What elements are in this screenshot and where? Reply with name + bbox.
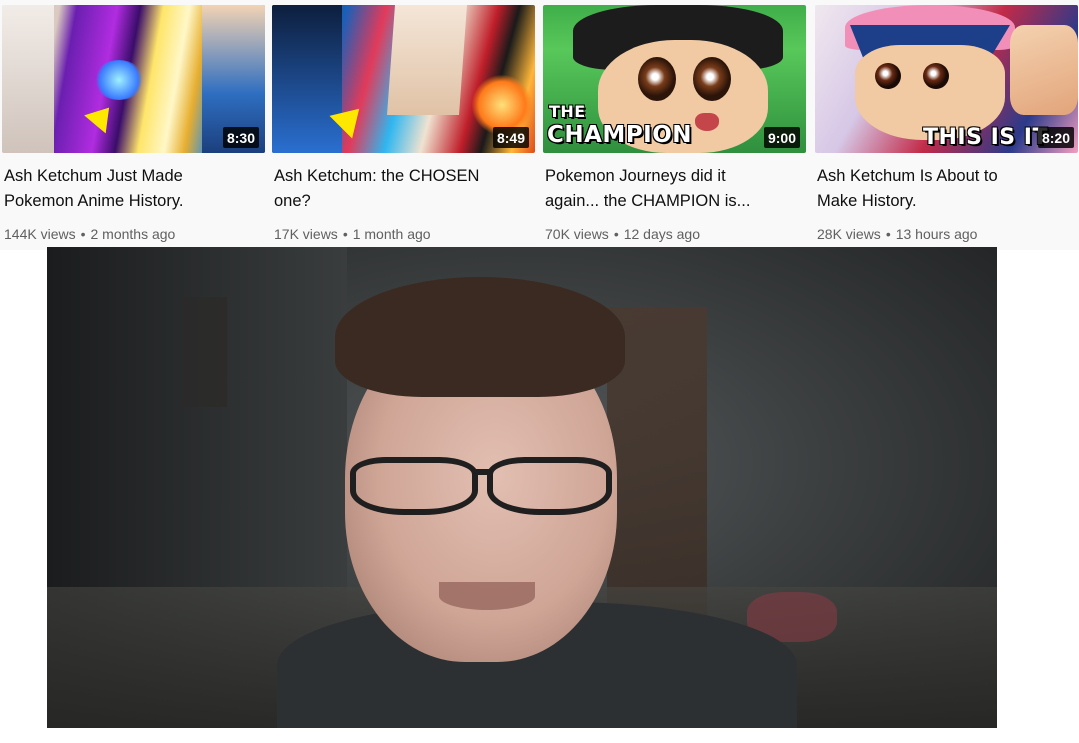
video-title-line: one? — [274, 192, 311, 210]
hand-shape — [1010, 25, 1078, 115]
character-left-shape — [2, 5, 54, 153]
mouth-shape — [695, 113, 719, 131]
video-title[interactable]: Ash Ketchum Just Made Pokemon Anime Hist… — [4, 164, 262, 214]
glasses-lens-right — [487, 457, 612, 515]
video-title-line: Ash Ketchum: the CHOSEN — [274, 167, 480, 185]
video-age: 12 days ago — [623, 226, 701, 242]
video-thumbnail[interactable]: THIS IS IT 8:20 — [815, 5, 1078, 153]
video-card-2[interactable]: 8:49 Ash Ketchum: the CHOSEN one? 17K vi… — [272, 5, 535, 250]
glasses-lens-left — [350, 457, 478, 515]
video-title[interactable]: Ash Ketchum: the CHOSEN one? — [274, 164, 532, 214]
thumbnail-overlay-text: CHAMPION — [547, 122, 693, 148]
video-title-line: again... the CHAMPION is... — [545, 192, 751, 210]
thumbnail-overlay-small-text: THE — [549, 102, 586, 121]
video-title-line: Ash Ketchum Just Made — [4, 167, 183, 185]
video-meta: 144K views • 2 months ago — [4, 225, 262, 243]
video-views: 70K views — [545, 226, 609, 242]
end-screen-video-grid: 8:30 Ash Ketchum Just Made Pokemon Anime… — [0, 0, 1079, 250]
person-hair-shape — [335, 277, 625, 397]
glasses-bridge — [474, 469, 491, 475]
video-thumbnail[interactable]: 8:30 — [2, 5, 265, 153]
video-age: 2 months ago — [90, 226, 176, 242]
video-title-line: Pokemon Journeys did it — [545, 167, 726, 185]
video-meta: 17K views • 1 month ago — [274, 225, 532, 243]
eye-right-shape — [693, 57, 731, 101]
video-age: 13 hours ago — [895, 226, 978, 242]
video-title-line: Pokemon Anime History. — [4, 192, 184, 210]
person-mouth-shape — [439, 582, 535, 610]
video-age: 1 month ago — [352, 226, 431, 242]
thumbnail-overlay-text: THIS IS IT — [923, 125, 1048, 150]
video-thumbnail[interactable]: 8:49 — [272, 5, 535, 153]
meta-separator: • — [80, 226, 86, 242]
video-title-line: Ash Ketchum Is About to — [817, 167, 998, 185]
video-card-4[interactable]: THIS IS IT 8:20 Ash Ketchum Is About to … — [815, 5, 1078, 250]
video-views: 144K views — [4, 226, 76, 242]
meta-separator: • — [613, 226, 619, 242]
video-meta: 70K views • 12 days ago — [545, 225, 803, 243]
video-duration: 8:20 — [1037, 127, 1074, 148]
character-face-shape — [387, 5, 467, 115]
eye-left-shape — [638, 57, 676, 101]
video-title-line: Make History. — [817, 192, 917, 210]
eye-right-shape — [923, 63, 949, 89]
video-views: 17K views — [274, 226, 338, 242]
video-player[interactable] — [47, 247, 997, 728]
video-duration: 9:00 — [763, 127, 800, 148]
crystal-glow-shape — [94, 60, 144, 100]
arrow-icon — [84, 98, 120, 134]
video-meta: 28K views • 13 hours ago — [817, 225, 1075, 243]
video-card-1[interactable]: 8:30 Ash Ketchum Just Made Pokemon Anime… — [2, 5, 265, 250]
video-duration: 8:30 — [222, 127, 259, 148]
video-title[interactable]: Ash Ketchum Is About to Make History. — [817, 164, 1075, 214]
meta-separator: • — [885, 226, 891, 242]
eye-left-shape — [875, 63, 901, 89]
video-card-3[interactable]: THE CHAMPION 9:00 Pokemon Journeys did i… — [543, 5, 806, 250]
video-duration: 8:49 — [492, 127, 529, 148]
character-left-shape — [272, 5, 342, 153]
fire-glow-shape — [472, 75, 532, 135]
picture-frame-shape — [182, 297, 227, 407]
video-title[interactable]: Pokemon Journeys did it again... the CHA… — [545, 164, 803, 214]
video-views: 28K views — [817, 226, 881, 242]
video-thumbnail[interactable]: THE CHAMPION 9:00 — [543, 5, 806, 153]
meta-separator: • — [342, 226, 348, 242]
